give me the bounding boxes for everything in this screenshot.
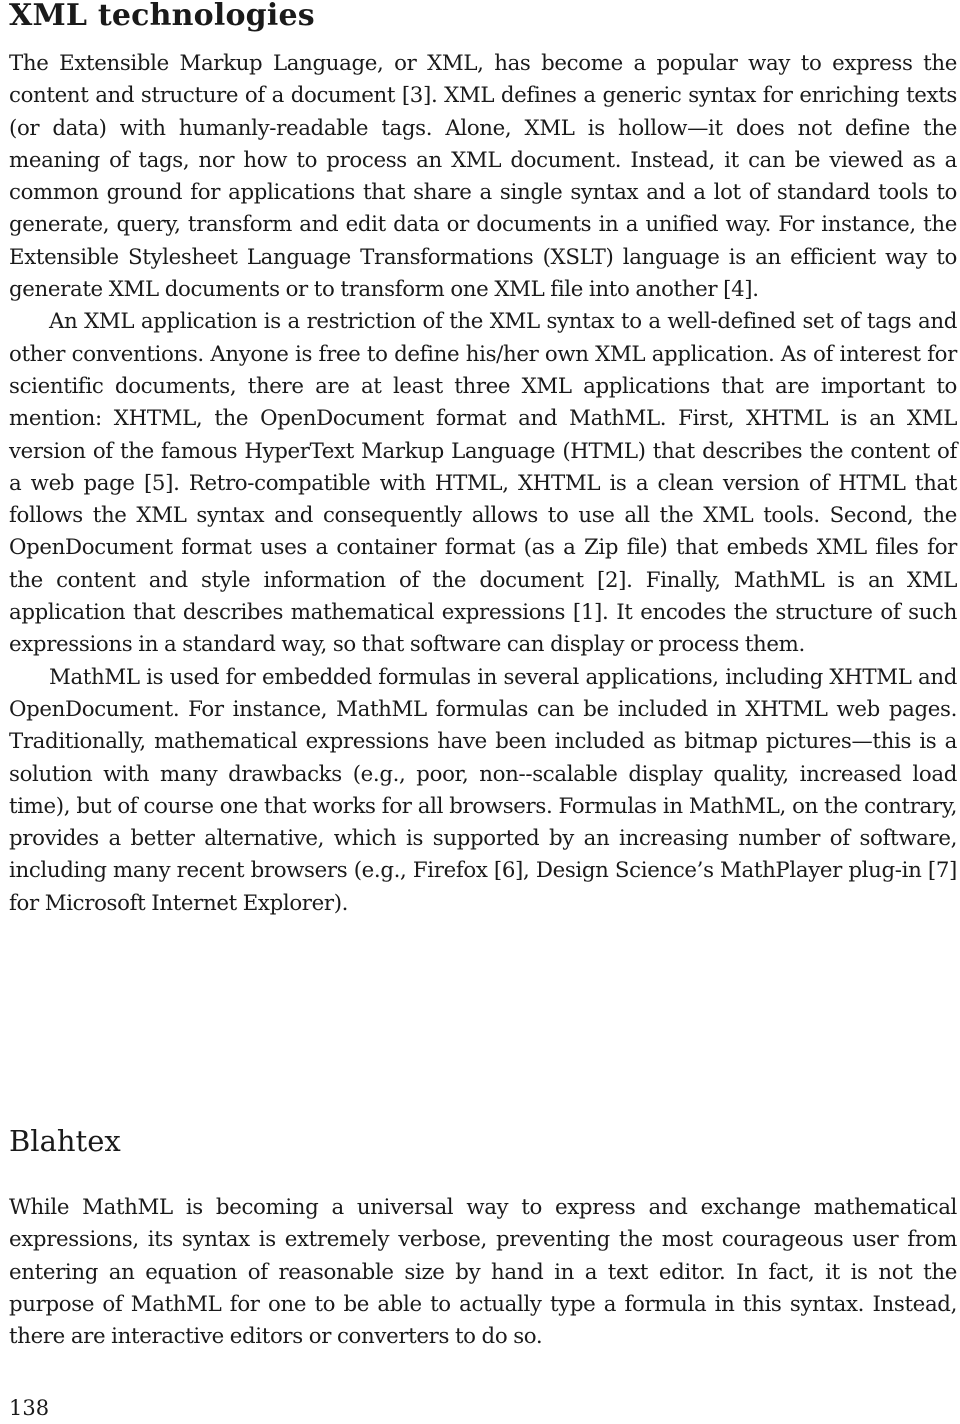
section-body-blahtex: While MathML is becoming a universal way…: [9, 1192, 957, 1353]
page-number: 138: [9, 1396, 50, 1420]
paragraph: MathML is used for embedded formulas in …: [9, 664, 957, 916]
paragraph: While MathML is becoming a universal way…: [9, 1195, 957, 1350]
paragraph: The Extensible Markup Language, or XML, …: [9, 51, 957, 303]
section-body-xml-technologies: The Extensible Markup Language, or XML, …: [9, 48, 957, 920]
paragraph: An XML application is a restriction of t…: [9, 309, 957, 658]
section-heading-blahtex: Blahtex: [9, 1124, 121, 1158]
section-heading-xml-technologies: XML technologies: [9, 0, 315, 33]
